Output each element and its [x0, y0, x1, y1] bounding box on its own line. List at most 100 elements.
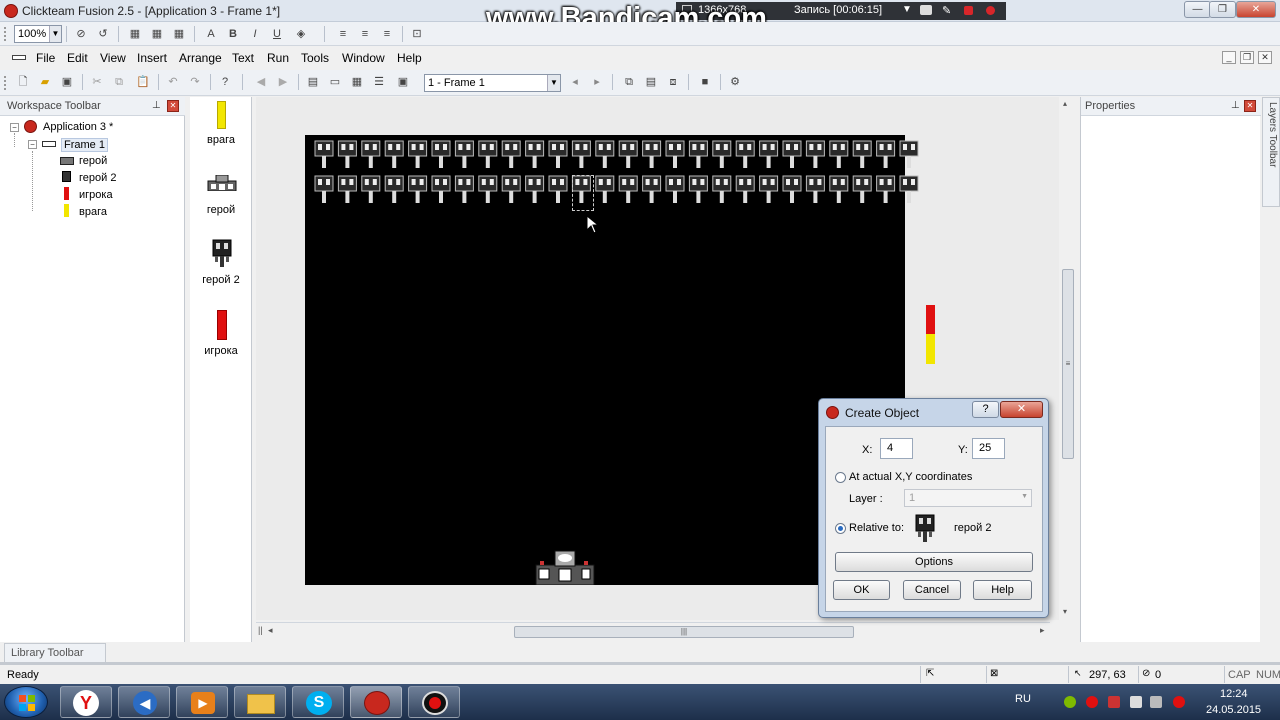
forward-icon[interactable]: ▶ — [274, 73, 292, 91]
underline-icon[interactable]: U — [268, 25, 286, 43]
tray-network-icon[interactable] — [1108, 696, 1120, 708]
menu-text[interactable]: Text — [232, 51, 254, 65]
dialog-help-title-button[interactable]: ? — [972, 401, 999, 418]
undo-icon[interactable]: ↶ — [164, 73, 182, 91]
enemy-sprite[interactable] — [337, 175, 357, 203]
align-left-icon[interactable]: ≡ — [334, 25, 352, 43]
new-file-icon[interactable]: 🗋 — [14, 73, 32, 91]
enemy-sprite[interactable] — [361, 140, 381, 168]
menu-arrange[interactable]: Arrange — [179, 51, 222, 65]
enemy-sprite[interactable] — [852, 175, 872, 203]
enemy-sprite[interactable] — [899, 140, 919, 168]
game-frame-area[interactable] — [305, 135, 919, 585]
enemy-sprite[interactable] — [618, 175, 638, 203]
enemy-sprite[interactable] — [899, 175, 919, 203]
menu-run[interactable]: Run — [267, 51, 289, 65]
zoom-select[interactable]: 100% ▼ — [14, 25, 62, 43]
dialog-title-bar[interactable]: Create Object ? ✕ — [819, 399, 1048, 425]
scroll-left-icon[interactable]: ◂ — [268, 625, 273, 636]
next-frame-icon[interactable]: ▸ — [588, 73, 606, 91]
event-editor-icon[interactable]: ▦ — [348, 73, 366, 91]
pin-icon[interactable]: ⊥ — [1231, 100, 1240, 111]
radio-actual-coordinates[interactable] — [835, 472, 846, 483]
tray-security-icon[interactable] — [1173, 696, 1185, 708]
enemy-sprite[interactable] — [829, 140, 849, 168]
tree-frame[interactable]: Frame 1 — [61, 138, 108, 152]
layers-toolbar-tab[interactable]: Layers Toolbar — [1262, 97, 1280, 207]
frame-editor-icon[interactable]: ▭ — [326, 73, 344, 91]
enemy-sprite[interactable] — [642, 140, 662, 168]
enemy-sprite[interactable] — [431, 140, 451, 168]
enemy-sprite[interactable] — [618, 140, 638, 168]
enemy-sprite[interactable] — [478, 140, 498, 168]
record-icon[interactable] — [986, 6, 995, 15]
font-icon[interactable]: A — [202, 25, 220, 43]
enemy-sprite[interactable] — [501, 140, 521, 168]
run-frame-icon[interactable]: ▤ — [642, 73, 660, 91]
tree-object-player[interactable]: игрока — [79, 189, 113, 201]
scroll-down-icon[interactable]: ▾ — [1063, 607, 1067, 616]
enemy-sprite[interactable] — [735, 140, 755, 168]
bold-icon[interactable]: B — [224, 25, 242, 43]
enemy-sprite[interactable] — [642, 175, 662, 203]
tree-collapse-icon[interactable]: − — [10, 123, 19, 132]
enemy-sprite[interactable] — [665, 140, 685, 168]
menu-edit[interactable]: Edit — [67, 51, 88, 65]
cut-icon[interactable]: ✂ — [88, 73, 106, 91]
scroll-up-icon[interactable]: ▴ — [1063, 99, 1067, 108]
paste-icon[interactable]: 📋 — [134, 73, 152, 91]
enemy-shelf-icon[interactable] — [217, 101, 226, 129]
unhide-icon[interactable]: ↺ — [94, 25, 112, 43]
start-button[interactable] — [4, 686, 48, 718]
menu-tools[interactable]: Tools — [301, 51, 329, 65]
taskbar-audio[interactable]: ◀ — [118, 686, 170, 718]
chevron-down-icon[interactable]: ▼ — [902, 4, 912, 15]
enemy-sprite[interactable] — [852, 140, 872, 168]
mdi-minimize-button[interactable]: _ — [1222, 51, 1236, 64]
enemy-sprite[interactable] — [361, 175, 381, 203]
taskbar-bandicam[interactable] — [408, 686, 460, 718]
dialog-close-button[interactable]: ✕ — [1000, 401, 1043, 418]
menu-window[interactable]: Window — [342, 51, 385, 65]
selected-object-marquee[interactable] — [572, 175, 594, 211]
clock-date[interactable]: 24.05.2015 — [1206, 704, 1261, 716]
redo-icon[interactable]: ↷ — [186, 73, 204, 91]
pencil-icon[interactable]: ✎ — [942, 4, 951, 17]
minimize-button[interactable]: — — [1184, 1, 1211, 18]
open-folder-icon[interactable]: ▰ — [36, 73, 54, 91]
taskbar-clickteam[interactable] — [350, 686, 402, 718]
hero-ship[interactable] — [535, 549, 595, 585]
save-icon[interactable]: ▣ — [58, 73, 76, 91]
clickteam-app-icon[interactable] — [4, 4, 18, 18]
copy-icon[interactable]: ⧉ — [110, 73, 128, 91]
enemy-grid[interactable] — [305, 135, 925, 215]
tray-volume-icon[interactable] — [1150, 696, 1162, 708]
system-menu-icon[interactable] — [12, 55, 26, 60]
enemy-counter-object[interactable] — [926, 334, 935, 364]
event-list-editor-icon[interactable]: ☰ — [370, 73, 388, 91]
radio-relative-label[interactable]: Relative to: — [849, 522, 904, 534]
back-icon[interactable]: ◀ — [252, 73, 270, 91]
enemy-sprite[interactable] — [548, 175, 568, 203]
enemy-sprite[interactable] — [782, 140, 802, 168]
enemy-sprite[interactable] — [595, 175, 615, 203]
italic-icon[interactable]: I — [246, 25, 264, 43]
tray-app-icon[interactable] — [1064, 696, 1076, 708]
language-indicator[interactable]: RU — [1015, 693, 1031, 705]
enemy-sprite[interactable] — [454, 140, 474, 168]
enemy-sprite[interactable] — [314, 140, 334, 168]
enemy-sprite[interactable] — [384, 175, 404, 203]
camera-icon[interactable] — [920, 5, 932, 15]
scroll-right-icon[interactable]: ▸ — [1040, 625, 1045, 636]
vertical-scroll-thumb[interactable]: ≡ — [1062, 269, 1074, 459]
mdi-close-button[interactable]: ✕ — [1258, 51, 1272, 64]
library-toolbar-tab[interactable]: Library Toolbar — [4, 643, 106, 662]
toolbar-grip[interactable] — [4, 76, 7, 90]
tray-record-icon[interactable] — [1086, 696, 1098, 708]
x-input[interactable]: 4 — [880, 438, 913, 459]
menu-file[interactable]: File — [36, 51, 55, 65]
previous-frame-icon[interactable]: ◂ — [566, 73, 584, 91]
clock-time[interactable]: 12:24 — [1220, 688, 1248, 700]
radio-relative-to[interactable] — [835, 523, 846, 534]
enemy-sprite[interactable] — [805, 140, 825, 168]
